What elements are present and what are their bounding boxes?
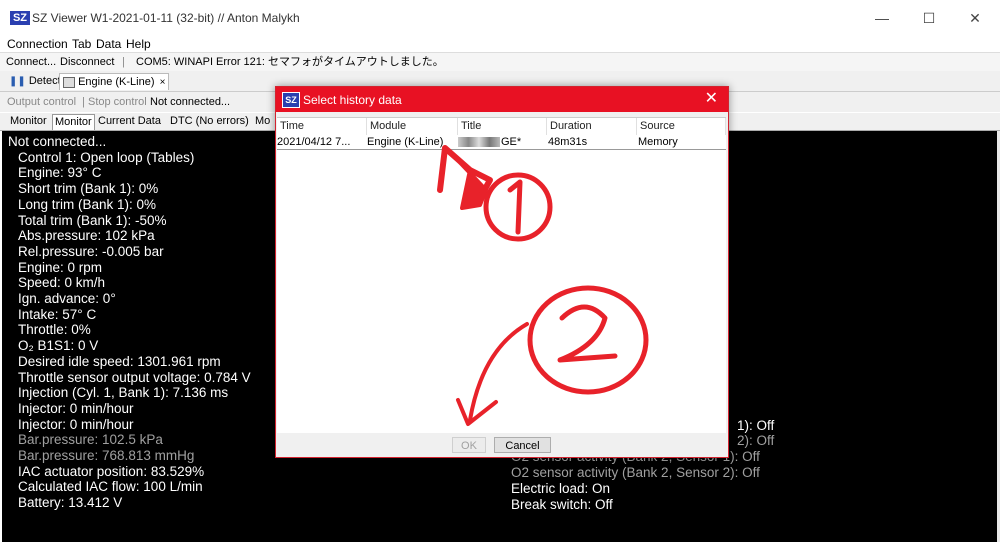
cell-duration: 48m31s — [548, 136, 588, 148]
monitor-value-line: Ign. advance: 0° — [18, 291, 116, 306]
monitor-value-line: O₂ B1S1: 0 V — [18, 338, 99, 354]
output-control-button[interactable]: Output control — [7, 95, 76, 109]
cell-time: 2021/04/12 7... — [277, 136, 351, 148]
control-separator: | — [82, 96, 85, 108]
cell-source: Memory — [638, 136, 678, 148]
monitor-value-line: Battery: 13.412 V — [18, 495, 123, 511]
monitor-value-line: Engine: 93° C — [18, 165, 102, 181]
cell-module: Engine (K-Line) — [367, 136, 444, 148]
tab-detect-label: Detect — [28, 75, 61, 87]
cancel-button[interactable]: Cancel — [494, 437, 551, 453]
tab-engine[interactable]: Engine (K-Line) × — [59, 73, 170, 90]
connection-status: COM5: WINAPI Error 121: セマフォがタイムアウトしました。 — [136, 56, 444, 68]
dialog-close-button[interactable]: ✕ — [705, 90, 718, 108]
monitor-value-line: Short trim (Bank 1): 0% — [18, 181, 159, 197]
monitor-value-line: Injector: 0 min/hour — [18, 416, 134, 432]
monitor-value-line: Engine: 0 rpm — [18, 259, 103, 275]
col-header-time[interactable]: Time — [277, 118, 367, 135]
monitor-value-line: Intake: 57° C — [18, 306, 97, 322]
title-bar: SZ SZ Viewer W1-2021-01-11 (32-bit) // A… — [0, 0, 1000, 36]
subtab-monitor-2[interactable]: Monitor — [52, 114, 95, 130]
monitor-value-line: Not connected... — [8, 134, 107, 149]
ok-button[interactable]: OK — [452, 437, 486, 453]
monitor-value-line: Calculated IAC flow: 100 L/min — [18, 479, 203, 495]
redacted-title-block — [458, 137, 500, 147]
monitor-value-line: Control 1: Open loop (Tables) — [18, 149, 195, 165]
monitor-value-line: Break switch: Off — [511, 497, 613, 512]
maximize-button[interactable]: ☐ — [919, 9, 939, 27]
col-header-title[interactable]: Title — [458, 118, 547, 135]
monitor-value-line: Abs.pressure: 102 kPa — [18, 228, 155, 244]
minimize-button[interactable]: — — [872, 9, 892, 27]
menu-bar: Connection Tab Data Help — [0, 36, 1000, 52]
monitor-value-line: Throttle sensor output voltage: 0.784 V — [18, 369, 251, 385]
stop-control-button[interactable]: Stop control — [88, 95, 147, 109]
tab-detect[interactable]: ❚❚ Detect — [6, 73, 64, 89]
monitor-value-line: Desired idle speed: 1301.961 rpm — [18, 353, 221, 369]
disconnect-button[interactable]: Disconnect — [60, 55, 114, 69]
tab-engine-label: Engine (K-Line) — [78, 76, 155, 88]
monitor-value-line: Electric load: On — [511, 481, 611, 496]
monitor-value-line: Injection (Cyl. 1, Bank 1): 7.136 ms — [18, 385, 229, 401]
dialog-title-bar: SZ Select history data ✕ — [276, 87, 728, 112]
dialog-title: Select history data — [303, 93, 402, 107]
monitor-value-line: Bar.pressure: 102.5 kPa — [18, 432, 163, 448]
history-list: Time Module Title Duration Source 2021/0… — [277, 117, 726, 433]
tab-close-icon[interactable]: × — [160, 77, 166, 88]
dialog-app-icon: SZ — [282, 92, 300, 108]
select-history-dialog: SZ Select history data ✕ Time Module Tit… — [275, 86, 729, 458]
monitor-value-line: Bar.pressure: 768.813 mmHg — [18, 448, 195, 463]
footprint-icon: ❚❚ — [9, 76, 26, 87]
col-header-module[interactable]: Module — [367, 118, 458, 135]
table-row[interactable]: 2021/04/12 7... Engine (K-Line) GE* 48m3… — [277, 136, 726, 150]
close-button[interactable]: ✕ — [965, 9, 985, 27]
connect-button[interactable]: Connect... — [6, 55, 56, 69]
toolbar-separator: | — [122, 56, 125, 68]
control-status: Not connected... — [150, 96, 231, 108]
menu-data[interactable]: Data — [96, 36, 121, 52]
col-header-duration[interactable]: Duration — [547, 118, 637, 135]
monitor-value-line: 2): Off — [737, 433, 775, 448]
app-logo-icon: SZ — [10, 11, 30, 25]
toolbar: Connect... Disconnect | COM5: WINAPI Err… — [0, 52, 1000, 71]
window-title: SZ Viewer W1-2021-01-11 (32-bit) // Anto… — [32, 11, 300, 25]
monitor-value-line: Speed: 0 km/h — [18, 275, 106, 291]
col-header-source[interactable]: Source — [637, 118, 726, 135]
monitor-value-line: 1): Off — [737, 418, 775, 433]
subtab-monitor-1[interactable]: Monitor — [8, 114, 49, 129]
engine-icon — [63, 76, 75, 88]
subtab-more[interactable]: Mo — [253, 114, 272, 129]
menu-tab[interactable]: Tab — [72, 36, 91, 52]
subtab-dtc[interactable]: DTC (No errors) — [168, 114, 251, 129]
menu-help[interactable]: Help — [126, 36, 151, 52]
monitor-value-line: Injector: 0 min/hour — [18, 400, 134, 416]
monitor-value-line: IAC actuator position: 83.529% — [18, 463, 205, 479]
cell-title: GE* — [501, 136, 522, 148]
monitor-value-line: Total trim (Bank 1): -50% — [18, 212, 167, 228]
monitor-value-line: Long trim (Bank 1): 0% — [18, 196, 157, 212]
monitor-value-line: Rel.pressure: -0.005 bar — [18, 243, 164, 259]
menu-connection[interactable]: Connection — [7, 36, 68, 52]
monitor-value-line: Throttle: 0% — [18, 322, 91, 338]
monitor-value-line: O2 sensor activity (Bank 2, Sensor 2): O… — [511, 465, 760, 480]
subtab-current-data[interactable]: Current Data — [96, 114, 163, 129]
